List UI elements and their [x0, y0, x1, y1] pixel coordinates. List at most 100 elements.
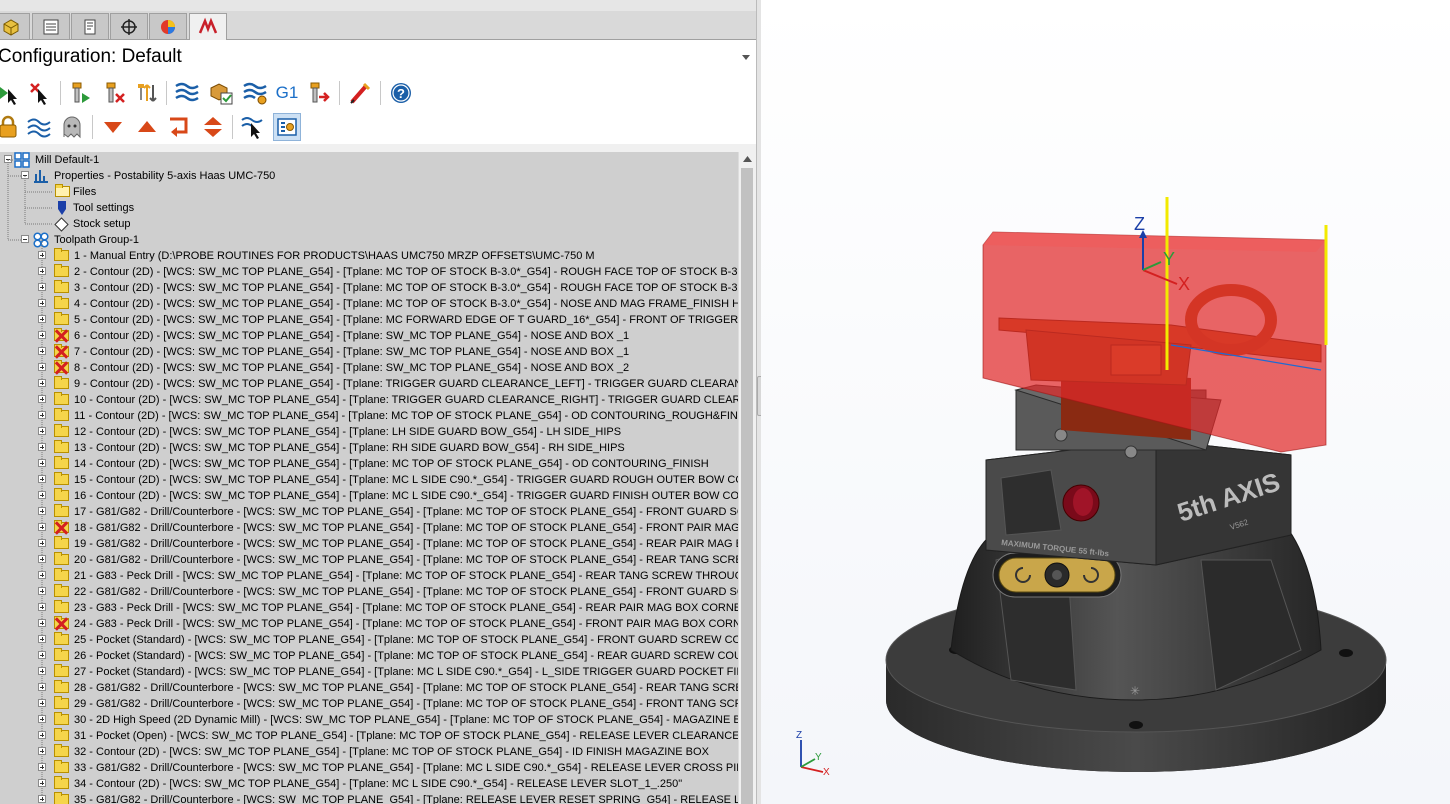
lock-button[interactable] [0, 113, 22, 141]
configuration-bar[interactable]: Configuration: Default [0, 40, 756, 76]
expand-toggle[interactable] [38, 379, 46, 387]
highfeed-button[interactable] [346, 79, 374, 107]
verify-icon [210, 83, 233, 105]
expand-toggle[interactable] [38, 475, 46, 483]
expand-toggle[interactable] [38, 635, 46, 643]
scrollbar-thumb[interactable] [741, 168, 753, 804]
folder-icon [54, 568, 69, 581]
expand-toggle[interactable] [38, 507, 46, 515]
regenerate-operations-button[interactable] [66, 79, 94, 107]
operation-label: 14 - Contour (2D) - [WCS: SW_MC TOP PLAN… [74, 458, 709, 470]
move-insert-up-icon [138, 121, 156, 132]
tab-configurationmanager[interactable] [71, 13, 109, 39]
expand-toggle[interactable] [38, 315, 46, 323]
expand-toggle[interactable] [38, 363, 46, 371]
expand-toggle[interactable] [38, 411, 46, 419]
expand-toggle[interactable] [38, 715, 46, 723]
tab-dimxpert[interactable] [110, 13, 148, 39]
select-all-operations-button[interactable] [0, 79, 24, 107]
folder-icon [54, 712, 69, 725]
folder-icon [54, 632, 69, 645]
suppressed-x-icon [54, 345, 69, 359]
expand-toggle[interactable] [38, 283, 46, 291]
deselect-operations-button[interactable] [26, 79, 54, 107]
expand-toggle[interactable] [38, 779, 46, 787]
expand-toggle[interactable] [38, 459, 46, 467]
configurationmanager-icon [84, 19, 96, 34]
folder-icon [54, 376, 69, 389]
post-operations-button[interactable] [305, 79, 333, 107]
expand-toggle[interactable] [38, 795, 46, 803]
tree-scrollbar[interactable] [738, 152, 756, 804]
expand-toggle[interactable] [38, 699, 46, 707]
expand-toggle[interactable] [38, 251, 46, 259]
scroll-up-icon[interactable] [743, 156, 752, 162]
display-options-button[interactable] [273, 113, 301, 141]
graphics-viewport[interactable]: 5th AXIS MAXIMUM TORQUE 55 ft-lbs V562 Z… [761, 0, 1450, 804]
expand-toggle[interactable] [38, 731, 46, 739]
folder-icon [54, 280, 69, 293]
expand-toggle[interactable] [38, 667, 46, 675]
help-button[interactable]: ? [387, 79, 415, 107]
insert-after-button[interactable] [166, 113, 194, 141]
move-insert-down-button[interactable] [99, 113, 127, 141]
configuration-label: Configuration: Default [0, 46, 182, 67]
move-insert-up-button[interactable] [133, 113, 161, 141]
tab-propertymanager[interactable] [32, 13, 70, 39]
dimxpert-icon [121, 18, 137, 35]
simulate-button[interactable] [241, 79, 269, 107]
tree-tool-settings-label: Tool settings [73, 202, 135, 214]
folder-icon [54, 664, 69, 677]
regenerate-dirty-operations-button[interactable] [100, 79, 128, 107]
folder-icon [54, 792, 69, 804]
folder-icon [54, 584, 69, 597]
deselect-operations-icon [30, 83, 47, 105]
expand-toggle[interactable] [38, 651, 46, 659]
folder-icon [54, 424, 69, 437]
folder-icon [54, 392, 69, 405]
operation-label: 23 - G83 - Peck Drill - [WCS: SW_MC TOP … [74, 602, 738, 614]
g1-button[interactable]: G1 [273, 79, 301, 107]
tree-files-label: Files [73, 186, 97, 198]
expand-toggle[interactable] [38, 299, 46, 307]
expand-toggle[interactable] [38, 747, 46, 755]
expand-toggle[interactable] [38, 587, 46, 595]
expand-toggle[interactable] [38, 619, 46, 627]
expand-toggle[interactable] [38, 395, 46, 403]
expand-toggle[interactable] [38, 347, 46, 355]
scroll-insert-button[interactable] [199, 113, 227, 141]
expand-toggle[interactable] [38, 331, 46, 339]
expand-toggle[interactable] [38, 555, 46, 563]
tab-featuremanager[interactable] [0, 13, 30, 39]
only-display-selected-icon [241, 117, 263, 139]
tab-mastercam[interactable] [189, 13, 227, 40]
propertymanager-icon [43, 19, 59, 34]
operation-label: 33 - G81/G82 - Drill/Counterbore - [WCS:… [74, 762, 738, 774]
expand-toggle[interactable] [38, 683, 46, 691]
toggle-posting-icon [138, 84, 157, 102]
folder-icon [54, 760, 69, 773]
chevron-down-icon[interactable] [742, 55, 750, 60]
expand-toggle[interactable] [38, 571, 46, 579]
operation-label: 19 - G81/G82 - Drill/Counterbore - [WCS:… [74, 538, 738, 550]
expand-toggle[interactable] [38, 523, 46, 531]
tab-appearance[interactable] [149, 13, 187, 39]
verify-button[interactable] [207, 79, 235, 107]
expand-toggle[interactable] [38, 443, 46, 451]
toggle-toolpath-display-button[interactable] [25, 113, 53, 141]
expand-toggle[interactable] [38, 427, 46, 435]
expand-toggle[interactable] [38, 491, 46, 499]
only-display-selected-button[interactable] [239, 113, 267, 141]
folder-icon [54, 744, 69, 757]
suppressed-x-icon [54, 361, 69, 375]
operation-label: 31 - Pocket (Open) - [WCS: SW_MC TOP PLA… [74, 730, 738, 742]
expand-toggle[interactable] [38, 763, 46, 771]
expand-toggle[interactable] [38, 539, 46, 547]
backplot-button[interactable] [173, 79, 201, 107]
expand-toggle[interactable] [38, 603, 46, 611]
ghost-button[interactable] [58, 113, 86, 141]
toggle-posting-button[interactable] [133, 79, 161, 107]
simulate-icon [243, 82, 267, 105]
mini-triad-z-label: Z [796, 730, 802, 741]
expand-toggle[interactable] [38, 267, 46, 275]
